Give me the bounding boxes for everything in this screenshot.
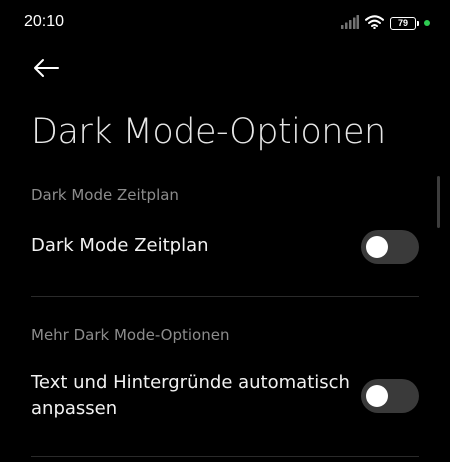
privacy-indicator-dot (424, 20, 430, 26)
auto-adjust-toggle[interactable] (361, 379, 419, 413)
divider (31, 456, 419, 457)
section-header-more-options: Mehr Dark Mode-Optionen (31, 326, 230, 344)
setting-row-dark-mode-schedule[interactable]: Dark Mode Zeitplan (0, 228, 450, 266)
back-button[interactable] (30, 56, 62, 84)
scrollbar[interactable] (437, 176, 440, 228)
battery-icon: 79 (390, 16, 419, 30)
setting-row-auto-adjust[interactable]: Text und Hintergründe automatisch anpass… (0, 370, 450, 426)
signal-icon (341, 14, 359, 33)
dark-mode-schedule-toggle[interactable] (361, 230, 419, 264)
divider (31, 296, 419, 297)
wifi-icon (365, 14, 384, 33)
back-arrow-icon (32, 58, 60, 82)
section-header-schedule: Dark Mode Zeitplan (31, 186, 179, 204)
status-bar: 20:10 79 (0, 0, 450, 46)
toggle-knob (366, 385, 388, 407)
setting-label: Dark Mode Zeitplan (31, 235, 209, 256)
battery-level: 79 (397, 17, 408, 28)
page-title: Dark Mode-Optionen (31, 112, 386, 152)
status-icons: 79 (341, 14, 430, 32)
toggle-knob (366, 236, 388, 258)
status-time: 20:10 (24, 13, 65, 30)
setting-label: Text und Hintergründe automatisch anpass… (31, 372, 350, 419)
